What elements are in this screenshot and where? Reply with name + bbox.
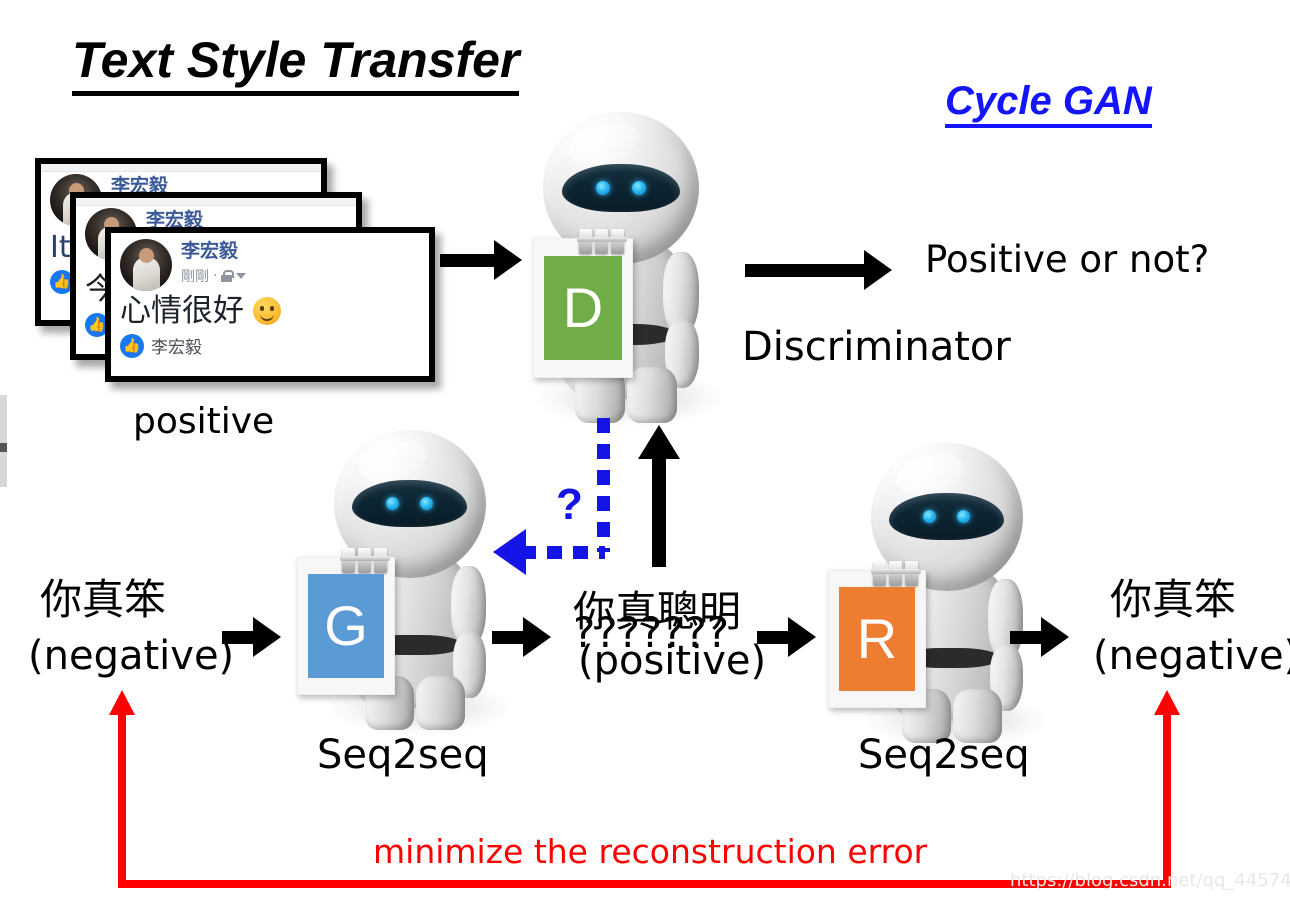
post-card-topbar — [76, 198, 356, 206]
post-body: 心情很好 — [120, 294, 420, 328]
discriminator-output-question: Positive or not? — [925, 238, 1210, 281]
arrow-generated-to-discriminator — [638, 425, 680, 567]
sign-clip-icon — [340, 548, 391, 573]
generator-badge-letter: G — [324, 593, 368, 657]
arrow-head — [788, 617, 816, 657]
scrollbar-thumb[interactable] — [0, 443, 7, 452]
chevron-down-icon[interactable] — [236, 272, 247, 279]
generator-input-cjk: 你真笨 — [40, 575, 167, 624]
reconstruction-loop-left-arrowhead — [109, 690, 135, 715]
post-meta: 李宏毅 剛剛 · — [181, 239, 247, 286]
arrow-posts-to-discriminator — [440, 240, 522, 280]
generator-sign[interactable]: G — [297, 548, 395, 695]
arrow-shaft — [492, 630, 524, 644]
arrow-head — [1041, 617, 1069, 657]
arrow-shaft — [745, 263, 865, 277]
post-card-header: 李宏毅 剛剛 · — [120, 239, 420, 291]
arrow-discriminator-to-output — [745, 250, 892, 290]
reconstruction-loop-right-arrowhead — [1154, 690, 1180, 715]
discriminator-badge: D — [543, 255, 623, 361]
avatar — [120, 239, 172, 291]
arrow-head — [523, 617, 551, 657]
generator-label: Seq2seq — [317, 732, 489, 778]
smiling-face-icon — [253, 297, 281, 326]
arrow-shaft — [222, 630, 254, 644]
subtitle-cycle-gan: Cycle GAN — [945, 80, 1152, 128]
arrow-shaft — [1010, 630, 1042, 644]
reconstruction-loop-left-vertical — [118, 713, 126, 888]
arrow-head — [638, 425, 680, 459]
reconstructor-output-cjk: 你真笨 — [1110, 575, 1237, 624]
robot-visor — [889, 493, 1004, 540]
lock-icon — [221, 269, 235, 282]
left-scrollbar[interactable] — [0, 395, 7, 487]
arrow-shaft — [440, 253, 495, 267]
thumbs-up-icon[interactable] — [120, 333, 144, 358]
dashed-feedback-vertical — [597, 418, 610, 552]
arrow-shaft — [757, 630, 789, 644]
generated-output-en: (positive) — [578, 638, 767, 684]
question-mark-annotation: ? — [556, 480, 583, 529]
meta-dot: · — [213, 267, 218, 284]
robot-eye-right — [419, 497, 433, 510]
discriminator-label: Discriminator — [742, 324, 1011, 370]
arrow-head — [864, 250, 892, 290]
discriminator-sign[interactable]: D — [533, 229, 633, 378]
arrow-head — [253, 617, 281, 657]
watermark: https://blog.csdn.net/qq_44574333 — [1010, 870, 1290, 891]
sign-clip-icon — [871, 561, 922, 586]
reconstructor-label: Seq2seq — [858, 732, 1030, 778]
generator-badge: G — [307, 574, 385, 678]
discriminator-badge-letter: D — [562, 275, 604, 339]
robot-eye-right — [956, 510, 970, 523]
arrow-reconstructor-to-output — [1010, 617, 1069, 657]
reconstructor-badge: R — [838, 587, 916, 691]
robot-eye-right — [631, 181, 646, 195]
post-timestamp: 剛剛 — [181, 268, 209, 285]
post-card-front-inner: 李宏毅 剛剛 · 心情很好 李宏毅 — [111, 233, 429, 376]
post-card-topbar — [41, 164, 321, 172]
arrow-output-to-reconstructor — [757, 617, 816, 657]
reconstructor-badge-letter: R — [856, 606, 898, 670]
robot-eye-left — [596, 181, 611, 195]
robot-eye-left — [923, 510, 937, 523]
robot-leg-right — [416, 676, 465, 730]
reconstructor-output-en: (negative) — [1093, 633, 1290, 679]
arrow-input-to-generator — [222, 617, 281, 657]
slide-canvas: Text Style Transfer Cycle GAN 李宏毅 It i — [0, 0, 1290, 904]
post-text: 心情很好 — [120, 293, 244, 329]
positive-group-label: positive — [133, 401, 275, 442]
reconstruction-loop-right-vertical — [1163, 713, 1171, 888]
reconstruction-loss-label: minimize the reconstruction error — [373, 832, 928, 871]
generator-input-en: (negative) — [28, 633, 235, 679]
liker-name: 李宏毅 — [151, 338, 202, 359]
post-footer: 李宏毅 — [120, 333, 420, 358]
arrow-shaft — [652, 455, 666, 567]
robot-visor — [562, 164, 680, 212]
robot-eye-left — [386, 497, 400, 510]
post-submeta: 剛剛 · — [181, 266, 247, 286]
robot-leg-right — [627, 367, 677, 423]
reconstructor-sign[interactable]: R — [828, 561, 926, 708]
post-card-front[interactable]: 李宏毅 剛剛 · 心情很好 李宏毅 — [105, 227, 435, 382]
post-author: 李宏毅 — [181, 240, 239, 262]
page-title: Text Style Transfer — [72, 34, 520, 96]
robot-visor — [352, 480, 467, 527]
arrow-generator-to-output — [492, 617, 551, 657]
sign-clip-icon — [577, 229, 628, 254]
